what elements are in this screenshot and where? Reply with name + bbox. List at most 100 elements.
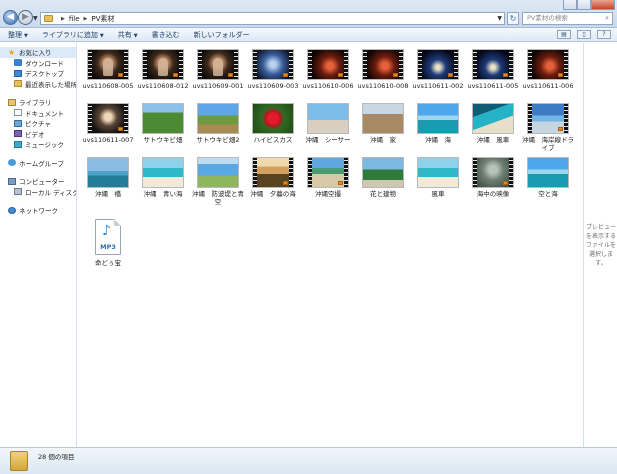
sidebar-item-music[interactable]: ミュージック bbox=[0, 139, 76, 150]
share-button[interactable]: 共有 ▼ bbox=[118, 30, 138, 40]
video-file-item[interactable]: uvs110609-003 bbox=[246, 49, 300, 90]
sidebar-item-recent[interactable]: 最近表示した場所 bbox=[0, 79, 76, 90]
video-file-item[interactable]: uvs110610-006 bbox=[301, 49, 355, 90]
minimize-button[interactable] bbox=[563, 0, 577, 10]
search-placeholder: PV素材の検索 bbox=[527, 14, 568, 22]
file-name: uvs110610-008 bbox=[357, 82, 409, 90]
address-bar[interactable]: ▶ file ▶ PV素材 ▼ bbox=[40, 12, 505, 25]
video-file-item[interactable]: 沖縄 海岸線ドライブ bbox=[521, 103, 575, 152]
change-view-button[interactable]: ▤ bbox=[557, 30, 571, 39]
breadcrumb-separator[interactable]: ▶ bbox=[84, 16, 88, 22]
back-button[interactable]: ◀ bbox=[3, 10, 18, 25]
file-view[interactable]: uvs110608-005 uvs110608-012 uvs110609-001 u… bbox=[78, 43, 583, 447]
search-input[interactable]: PV素材の検索 ⌕ bbox=[522, 12, 613, 25]
file-name: 沖縄 海岸線ドライブ bbox=[522, 136, 574, 152]
organize-button[interactable]: 整理 ▼ bbox=[8, 30, 28, 40]
search-icon[interactable]: ⌕ bbox=[605, 13, 609, 24]
file-name: uvs110609-003 bbox=[247, 82, 299, 90]
sidebar-item-downloads[interactable]: ダウンロード bbox=[0, 58, 76, 69]
image-file-item[interactable]: 風車 bbox=[411, 157, 465, 198]
file-name: uvs110609-001 bbox=[192, 82, 244, 90]
video-file-item[interactable]: uvs110609-001 bbox=[191, 49, 245, 90]
sidebar-item-pictures[interactable]: ピクチャ bbox=[0, 118, 76, 129]
image-thumbnail bbox=[252, 103, 294, 134]
file-name: uvs110611-005 bbox=[467, 82, 519, 90]
image-thumbnail bbox=[307, 103, 349, 134]
video-file-item[interactable]: uvs110610-008 bbox=[356, 49, 410, 90]
image-file-item[interactable]: 沖縄 風車 bbox=[466, 103, 520, 144]
image-thumbnail bbox=[362, 103, 404, 134]
video-file-item[interactable]: uvs110611-006 bbox=[521, 49, 575, 90]
video-file-item[interactable]: 沖縄 夕暮の海 bbox=[246, 157, 300, 198]
folder-icon bbox=[44, 15, 53, 22]
file-name: uvs110611-002 bbox=[412, 82, 464, 90]
video-file-item[interactable]: uvs110608-012 bbox=[136, 49, 190, 90]
add-to-library-button[interactable]: ライブラリに追加 ▼ bbox=[42, 30, 104, 40]
image-file-item[interactable]: 沖縄 橋 bbox=[81, 157, 135, 198]
title-bar: ◀ ▶ ▼ ▶ file ▶ PV素材 ▼ ↻ PV素材の検索 ⌕ bbox=[0, 0, 617, 28]
video-thumbnail bbox=[417, 49, 459, 80]
video-thumbnail bbox=[87, 103, 129, 134]
file-name: 海中の映像 bbox=[476, 190, 510, 198]
media-player-badge-icon bbox=[448, 73, 453, 77]
sidebar-item-network[interactable]: ネットワーク bbox=[0, 205, 76, 216]
file-name: 沖縄 風車 bbox=[476, 136, 510, 144]
preview-pane-button[interactable]: ▯ bbox=[577, 30, 591, 39]
image-file-item[interactable]: 沖縄 シーサー bbox=[301, 103, 355, 144]
image-file-item[interactable]: サトウキビ畑 bbox=[136, 103, 190, 144]
forward-button[interactable]: ▶ bbox=[18, 10, 33, 25]
image-file-item[interactable]: サトウキビ畑2 bbox=[191, 103, 245, 144]
media-player-badge-icon bbox=[503, 181, 508, 185]
video-file-item[interactable]: uvs110611-002 bbox=[411, 49, 465, 90]
video-file-item[interactable]: 海中の映像 bbox=[466, 157, 520, 198]
sidebar-item-favorites[interactable]: ★ お気に入り bbox=[0, 47, 76, 58]
image-file-item[interactable]: ハイビスカス bbox=[246, 103, 300, 144]
breadcrumb-separator[interactable]: ▶ bbox=[61, 16, 65, 22]
maximize-button[interactable] bbox=[577, 0, 591, 10]
window-controls bbox=[563, 0, 615, 10]
image-thumbnail bbox=[142, 157, 184, 188]
audio-file-item[interactable]: ♪ MP3 命どぅ宝 bbox=[81, 219, 135, 267]
sidebar-item-videos[interactable]: ビデオ bbox=[0, 129, 76, 140]
sidebar-item-local-disk[interactable]: ローカル ディスク (C bbox=[0, 187, 76, 198]
sidebar-item-computer[interactable]: コンピューター bbox=[0, 176, 76, 187]
new-folder-button[interactable]: 新しいフォルダー bbox=[194, 30, 250, 40]
close-button[interactable] bbox=[591, 0, 615, 10]
file-name: 命どぅ宝 bbox=[95, 259, 121, 267]
recent-pages-dropdown[interactable]: ▼ bbox=[33, 15, 38, 22]
image-file-item[interactable]: 沖縄 海 bbox=[411, 103, 465, 144]
pictures-icon bbox=[14, 119, 22, 127]
image-file-item[interactable]: 花と建物 bbox=[356, 157, 410, 198]
videos-icon bbox=[14, 130, 22, 138]
image-thumbnail bbox=[142, 103, 184, 134]
refresh-button[interactable]: ↻ bbox=[507, 12, 519, 25]
video-file-item[interactable]: uvs110611-007 bbox=[81, 103, 135, 144]
video-thumbnail bbox=[252, 49, 294, 80]
video-thumbnail bbox=[472, 49, 514, 80]
sidebar-item-homegroup[interactable]: ホームグループ bbox=[0, 158, 76, 169]
address-dropdown[interactable]: ▼ bbox=[497, 13, 502, 25]
help-icon[interactable]: ? bbox=[597, 30, 611, 39]
image-file-item[interactable]: 沖縄 青い海 bbox=[136, 157, 190, 198]
file-name: 風車 bbox=[431, 190, 445, 198]
video-file-item[interactable]: uvs110611-005 bbox=[466, 49, 520, 90]
star-icon: ★ bbox=[8, 47, 16, 57]
burn-button[interactable]: 書き込む bbox=[152, 30, 180, 40]
sidebar-item-documents[interactable]: ドキュメント bbox=[0, 108, 76, 119]
image-thumbnail bbox=[417, 157, 459, 188]
media-player-badge-icon bbox=[503, 73, 508, 77]
video-file-item[interactable]: uvs110608-005 bbox=[81, 49, 135, 90]
sidebar-item-libraries[interactable]: ライブラリ bbox=[0, 97, 76, 108]
breadcrumb-file[interactable]: file bbox=[69, 15, 80, 23]
file-name: uvs110611-007 bbox=[82, 136, 134, 144]
image-file-item[interactable]: 沖縄 防波堤と青空 bbox=[191, 157, 245, 206]
video-file-item[interactable]: 沖縄空撮 bbox=[301, 157, 355, 198]
image-file-item[interactable]: 沖縄 家 bbox=[356, 103, 410, 144]
image-file-item[interactable]: 空と海 bbox=[521, 157, 575, 198]
sidebar-item-desktop[interactable]: デスクトップ bbox=[0, 68, 76, 79]
media-player-badge-icon bbox=[118, 73, 123, 77]
video-thumbnail bbox=[527, 49, 569, 80]
breadcrumb-pv[interactable]: PV素材 bbox=[91, 14, 114, 24]
file-name: uvs110611-006 bbox=[522, 82, 574, 90]
video-thumbnail bbox=[252, 157, 294, 188]
